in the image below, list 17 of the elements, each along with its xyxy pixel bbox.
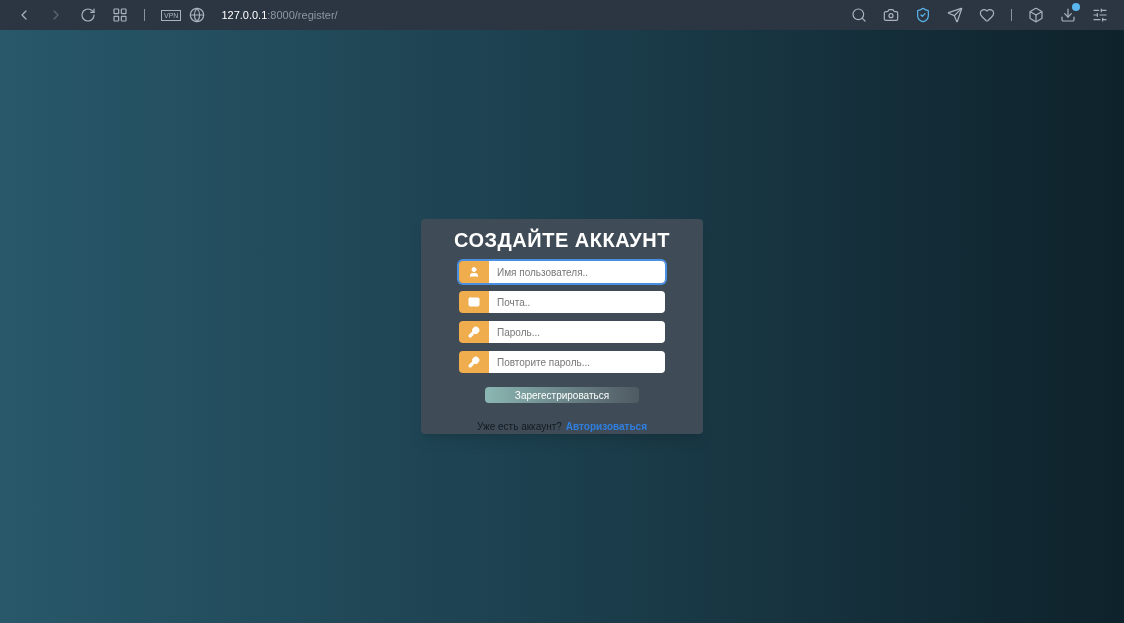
- form-title: СОЗДАЙТЕ АККАУНТ: [454, 227, 670, 253]
- download-icon[interactable]: [1060, 7, 1076, 23]
- search-icon[interactable]: [851, 7, 867, 23]
- camera-icon[interactable]: [883, 7, 899, 23]
- reload-icon[interactable]: [80, 7, 96, 23]
- shield-icon[interactable]: [915, 7, 931, 23]
- key-icon: [468, 326, 480, 338]
- settings-icon[interactable]: [1092, 7, 1108, 23]
- register-button[interactable]: Зарегестрироваться: [485, 387, 639, 403]
- send-icon[interactable]: [947, 7, 963, 23]
- url-field[interactable]: 127.0.0.1:8000/register/: [221, 6, 338, 24]
- key-icon: [468, 356, 480, 368]
- cube-icon[interactable]: [1028, 7, 1044, 23]
- globe-icon[interactable]: [189, 7, 206, 23]
- person-icon: [468, 266, 480, 278]
- heart-icon[interactable]: [979, 7, 995, 23]
- grid-icon[interactable]: [112, 7, 128, 23]
